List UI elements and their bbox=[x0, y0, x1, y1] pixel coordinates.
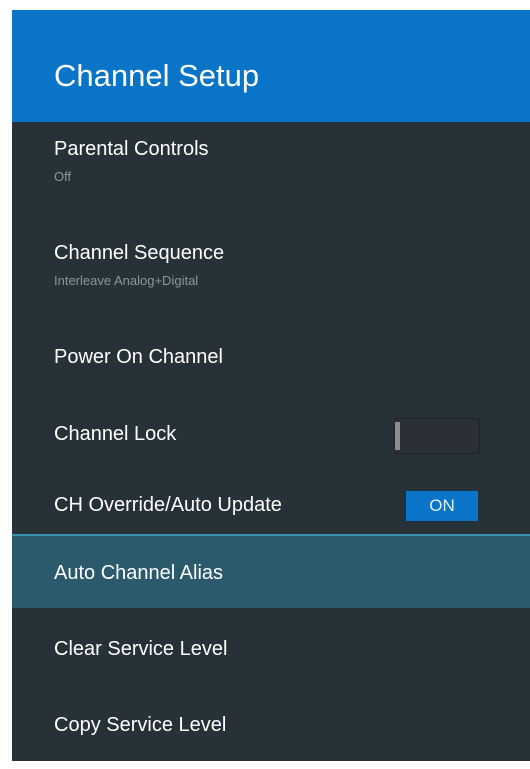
menu-item-label: Clear Service Level bbox=[54, 638, 228, 660]
menu-item-value: Interleave Analog+Digital bbox=[54, 273, 199, 288]
menu-item-label: Parental Controls bbox=[54, 138, 209, 160]
menu-item-parental-controls[interactable]: Parental Controls Off bbox=[12, 136, 530, 196]
menu-item-label: Copy Service Level bbox=[54, 714, 227, 736]
toggle-knob bbox=[395, 422, 400, 450]
menu-item-label: Auto Channel Alias bbox=[54, 562, 224, 584]
header: Channel Setup bbox=[12, 10, 530, 122]
menu-item-label: Power On Channel bbox=[54, 346, 223, 368]
auto-update-toggle[interactable]: ON bbox=[406, 491, 478, 521]
menu-item-ch-override-auto-update[interactable]: CH Override/Auto Update ON bbox=[12, 480, 530, 526]
menu-item-auto-channel-alias[interactable]: Auto Channel Alias bbox=[12, 534, 530, 608]
menu-item-label: Channel Sequence bbox=[54, 242, 225, 264]
menu-item-channel-sequence[interactable]: Channel Sequence Interleave Analog+Digit… bbox=[12, 240, 530, 300]
page-title: Channel Setup bbox=[54, 58, 260, 93]
menu-item-channel-lock[interactable]: Channel Lock bbox=[12, 408, 530, 454]
menu-item-copy-service-level[interactable]: Copy Service Level bbox=[12, 712, 530, 742]
menu-item-clear-service-level[interactable]: Clear Service Level bbox=[12, 636, 530, 666]
menu-item-power-on-channel[interactable]: Power On Channel bbox=[12, 344, 530, 374]
channel-lock-toggle[interactable] bbox=[394, 418, 480, 454]
settings-panel: Channel Setup Parental Controls Off Chan… bbox=[12, 10, 530, 761]
menu-item-value: Off bbox=[54, 169, 72, 184]
